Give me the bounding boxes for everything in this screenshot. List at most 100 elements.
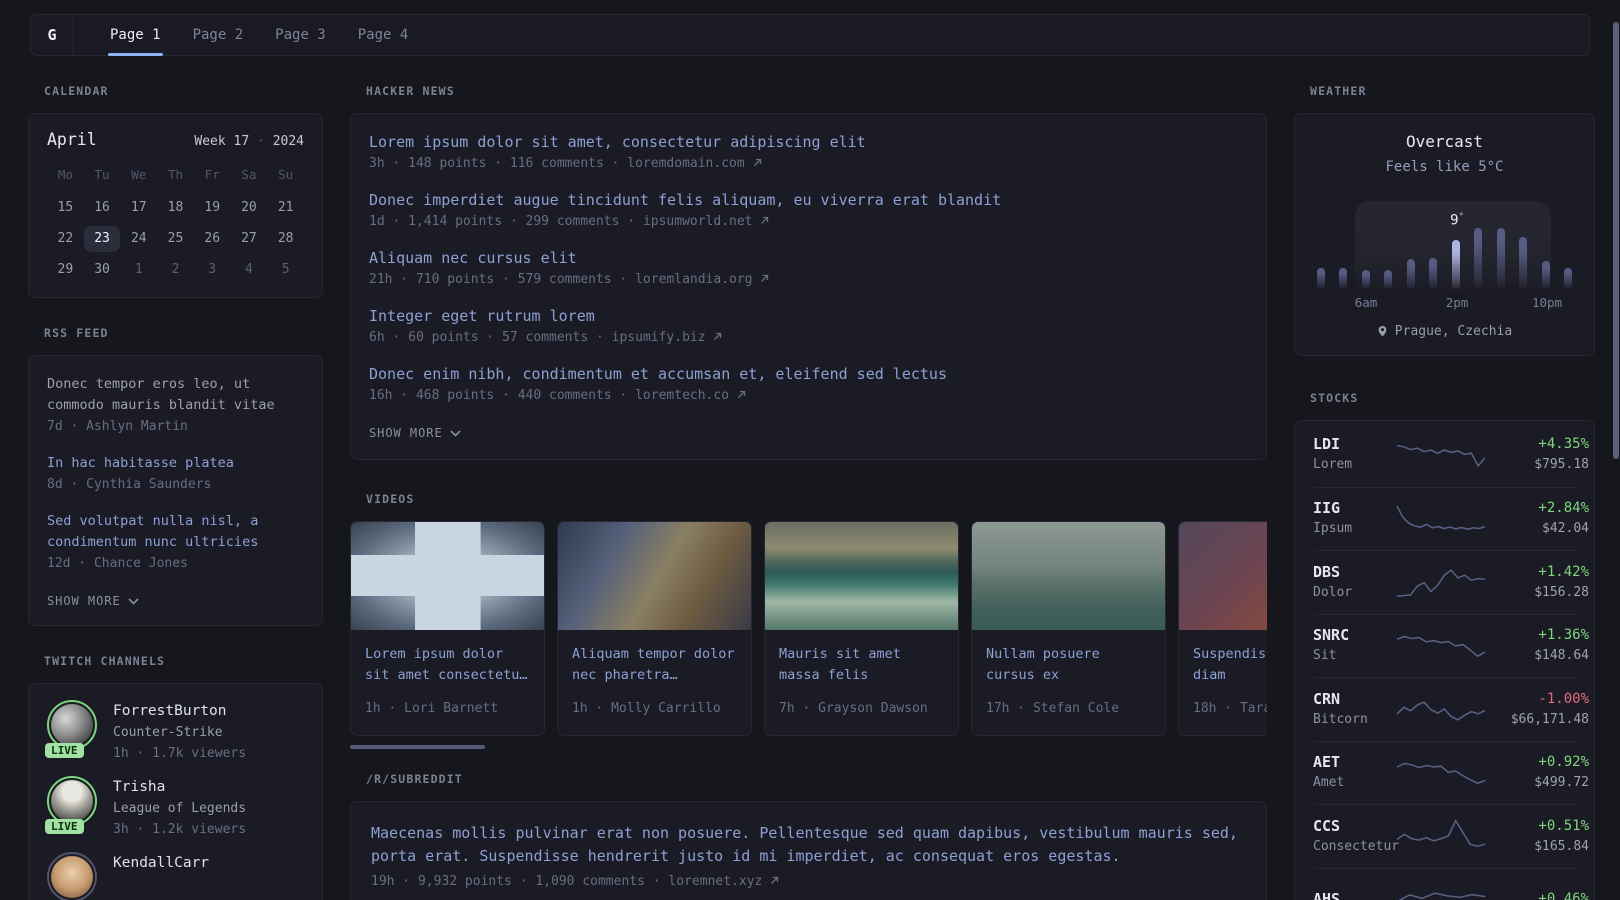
twitch-channel-name[interactable]: KendallCarr — [113, 852, 209, 874]
stock-price: $156.28 — [1534, 584, 1589, 600]
hn-item-domain[interactable]: loremlandia.org — [635, 272, 752, 287]
tab-page-4[interactable]: Page 4 — [342, 15, 425, 55]
tab-page-3[interactable]: Page 3 — [259, 15, 342, 55]
video-title[interactable]: Aliquam tempor dolor nec pharetra… — [572, 644, 737, 686]
tab-page-1[interactable]: Page 1 — [94, 15, 177, 56]
hn-item-title[interactable]: Donec enim nibh, condimentum et accumsan… — [369, 364, 1248, 385]
video-thumbnail[interactable] — [972, 522, 1165, 630]
hn-item-meta: 21h · 710 points · 579 comments · loreml… — [369, 272, 769, 287]
hn-item-title[interactable]: Aliquam nec cursus elit — [369, 248, 1248, 269]
live-badge: LIVE — [45, 819, 84, 834]
subreddit-post-meta: 19h · 9,932 points · 1,090 comments · lo… — [371, 871, 1246, 892]
hn-item-domain[interactable]: loremtech.co — [635, 388, 729, 403]
stock-change: +1.42% — [1538, 563, 1589, 580]
stock-sparkline — [1397, 499, 1485, 539]
stock-row[interactable]: IIG Ipsum +2.84% $42.04 — [1313, 486, 1589, 551]
twitch-channel-row[interactable]: KendallCarr — [47, 852, 304, 900]
stock-price: $165.84 — [1534, 838, 1589, 854]
twitch-section-title: TWITCH CHANNELS — [44, 654, 166, 668]
main-column: HACKER NEWS Lorem ipsum dolor sit amet, … — [350, 56, 1267, 900]
calendar-day: 23 — [83, 226, 121, 252]
weather-bar — [1451, 240, 1460, 289]
stock-symbol[interactable]: IIG — [1313, 498, 1397, 519]
twitch-game[interactable]: Counter-Strike — [113, 722, 246, 743]
video-title[interactable]: Lorem ipsum dolor sit amet consectetu… — [365, 644, 530, 686]
videos-horizontal-scrollbar[interactable] — [350, 745, 485, 749]
live-badge: LIVE — [45, 743, 84, 758]
stock-symbol[interactable]: CCS — [1313, 816, 1397, 837]
video-thumbnail[interactable] — [765, 522, 958, 630]
twitch-channel-row[interactable]: LIVE ForrestBurton Counter-Strike 1h · 1… — [45, 700, 304, 764]
stock-row[interactable]: DBS Dolor +1.42% $156.28 — [1313, 550, 1589, 614]
video-card[interactable]: Nullam posuere cursus ex 17h · Stefan Col… — [971, 521, 1166, 736]
external-link-icon — [714, 332, 722, 340]
video-thumbnail[interactable] — [351, 522, 544, 630]
stock-symbol[interactable]: AET — [1313, 752, 1397, 773]
weather-bar — [1406, 259, 1415, 289]
stock-change: +2.84% — [1538, 500, 1589, 517]
stock-sparkline — [1397, 435, 1485, 475]
rss-item-title[interactable]: In hac habitasse platea — [47, 453, 304, 474]
video-thumbnail[interactable] — [558, 522, 751, 630]
hn-item-domain[interactable]: ipsumworld.net — [643, 214, 753, 229]
weather-hour-label: 10pm — [1531, 295, 1563, 310]
rss-show-more-button[interactable]: SHOW MORE — [47, 594, 139, 608]
subreddit-widget: Maecenas mollis pulvinar erat non posuer… — [350, 801, 1267, 900]
stock-symbol[interactable]: LDI — [1313, 434, 1397, 455]
calendar-day: 16 — [94, 200, 110, 215]
hn-item-title[interactable]: Integer eget rutrum lorem — [369, 306, 1248, 327]
hackernews-item: Aliquam nec cursus elit 21h · 710 points… — [369, 248, 1248, 290]
stock-row[interactable]: SNRC Sit +1.36% $148.64 — [1313, 613, 1589, 678]
stock-name: Sit — [1313, 648, 1337, 664]
rss-item: Donec tempor eros leo, ut commodo mauris… — [47, 374, 304, 437]
weather-location: Prague, Czechia — [1317, 324, 1572, 339]
stock-row[interactable]: AET Amet +0.92% $499.72 — [1313, 740, 1589, 805]
app-logo[interactable]: G — [31, 15, 74, 55]
weather-hour-label: 6am — [1354, 295, 1378, 310]
twitch-game[interactable]: League of Legends — [113, 798, 246, 819]
twitch-channel-name[interactable]: ForrestBurton — [113, 700, 246, 722]
calendar-day: 25 — [167, 231, 184, 246]
hn-item-title[interactable]: Donec imperdiet augue tincidunt felis al… — [369, 190, 1248, 211]
video-title[interactable]: Suspendissediam — [1193, 644, 1267, 686]
hackernews-show-more-button[interactable]: SHOW MORE — [369, 426, 461, 440]
video-thumbnail[interactable] — [1179, 522, 1267, 630]
calendar-day: 5 — [281, 262, 290, 277]
rss-item-title[interactable]: Donec tempor eros leo, ut commodo mauris… — [47, 374, 304, 416]
video-meta: 1h · Molly Carrillo — [572, 701, 721, 716]
calendar-grid: Mo Tu We Th Fr Sa Su 15 16 17 18 19 20 21 22 23 24 25 26 27… — [47, 165, 304, 283]
hackernews-item: Integer eget rutrum lorem 6h · 60 points… — [369, 306, 1248, 348]
stock-symbol[interactable]: DBS — [1313, 562, 1397, 583]
video-title[interactable]: Mauris sit amet massa felis — [779, 644, 944, 686]
stock-symbol[interactable]: CRN — [1313, 689, 1397, 710]
rss-item-meta: 7d · Ashlyn Martin — [47, 419, 188, 434]
twitch-channel-row[interactable]: LIVE Trisha League of Legends 3h · 1.2k … — [45, 776, 304, 840]
stock-price: $66,171.48 — [1510, 711, 1589, 727]
hn-item-domain[interactable]: ipsumify.biz — [612, 330, 706, 345]
videos-carousel: Lorem ipsum dolor sit amet consectetu… 1h… — [350, 521, 1267, 736]
rss-item-title[interactable]: Sed volutpat nulla nisl, a condimentum n… — [47, 511, 304, 553]
subreddit-post-title[interactable]: Maecenas mollis pulvinar erat non posuer… — [371, 822, 1246, 867]
hn-item-title[interactable]: Lorem ipsum dolor sit amet, consectetur … — [369, 132, 1248, 153]
tab-page-2[interactable]: Page 2 — [177, 15, 260, 55]
page-vertical-scrollbar[interactable] — [1613, 22, 1619, 459]
video-card[interactable]: Mauris sit amet massa felis 7h · Grayson … — [764, 521, 959, 736]
calendar-weekday: Mo — [57, 167, 73, 182]
subreddit-post-domain[interactable]: loremnet.xyz — [668, 874, 762, 889]
hn-item-domain[interactable]: loremdomain.com — [627, 156, 744, 171]
video-card[interactable]: Aliquam tempor dolor nec pharetra… 1h · M… — [557, 521, 752, 736]
video-title[interactable]: Nullam posuere cursus ex — [986, 644, 1151, 686]
stock-row[interactable]: AHS +0.46% — [1313, 867, 1589, 900]
twitch-channel-name[interactable]: Trisha — [113, 776, 246, 798]
stock-row[interactable]: CRN Bitcorn -1.00% $66,171.48 — [1313, 677, 1589, 741]
stock-symbol[interactable]: SNRC — [1313, 625, 1397, 646]
hackernews-widget: Lorem ipsum dolor sit amet, consectetur … — [350, 113, 1267, 460]
stock-row[interactable]: CCS Consectetur +0.51% $165.84 — [1313, 804, 1589, 868]
stock-row[interactable]: LDI Lorem +4.35% $795.18 — [1313, 423, 1589, 487]
stock-symbol[interactable]: AHS — [1313, 889, 1397, 900]
calendar-day: 24 — [130, 231, 147, 246]
video-card[interactable]: Suspendissediam 18h · Tara — [1178, 521, 1267, 736]
calendar-weekday: Su — [278, 167, 294, 182]
video-card[interactable]: Lorem ipsum dolor sit amet consectetu… 1h… — [350, 521, 545, 736]
stock-change: +0.92% — [1538, 754, 1589, 771]
